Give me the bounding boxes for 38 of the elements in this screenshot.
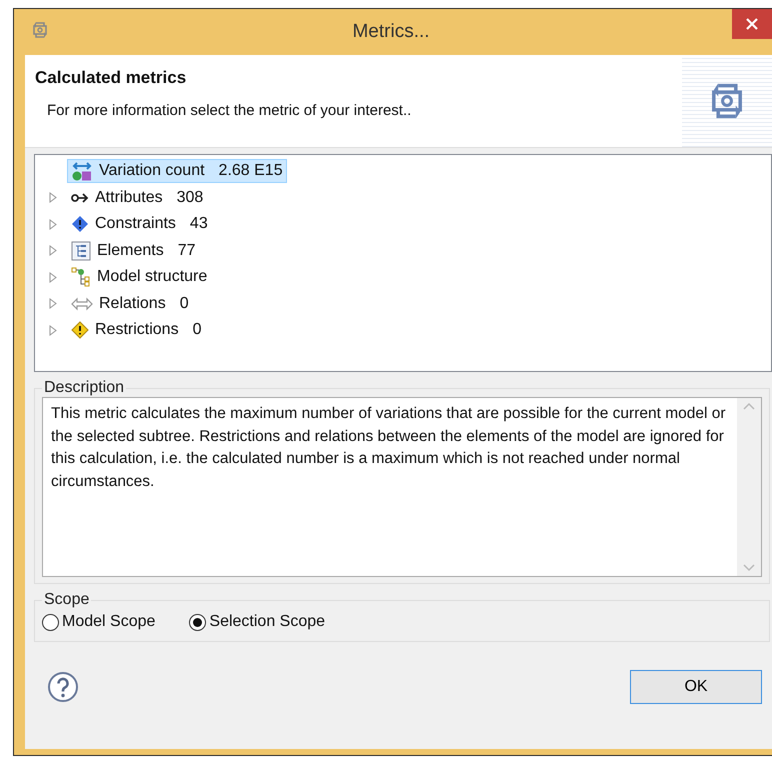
diamond-exclamation-icon [71,215,89,234]
tree-item[interactable]: Constraints 43 [67,213,212,236]
tree-item[interactable]: Restrictions 0 [67,319,206,342]
header-subtitle: For more information select the metric of your interest.. [47,102,412,119]
warning-icon [71,321,89,340]
ok-button[interactable]: OK [630,670,762,704]
attribute-icon [71,192,89,204]
window-title: Metrics... [351,21,431,43]
description-field[interactable]: This metric calculates the maximum number of variations that are possible for the current model or the selected subtree. Restrictions and relations between the elements of the model are ignored for this calculation, i.e. the calculated number is a maximum which is not reached under normal circumstances. [42,397,762,577]
radio-button[interactable] [189,614,206,630]
tree-item[interactable]: Model structure [67,265,212,290]
radio-button[interactable] [42,614,59,630]
expand-icon[interactable] [49,298,57,310]
hierarchy-icon [71,267,91,288]
help-icon[interactable] [47,671,79,703]
close-button[interactable] [732,9,772,39]
scrollbar[interactable] [737,398,761,576]
scroll-up-icon [743,402,755,410]
scope-radio[interactable]: Selection Scope [189,613,326,631]
expand-icon[interactable] [49,218,57,230]
tree-list-icon [71,240,91,261]
tree-item[interactable]: Relations 0 [67,292,193,315]
expand-icon[interactable] [49,245,57,256]
expand-icon[interactable] [49,324,57,336]
expand-icon[interactable] [49,272,57,283]
scope-radio[interactable]: Model Scope [42,613,156,631]
scroll-down-icon [743,564,755,572]
tree-item[interactable]: Attributes 308 [67,186,208,209]
expand-icon[interactable] [49,192,57,204]
close-icon [746,18,758,30]
app-icon [30,20,50,40]
double-arrow-icon [71,296,93,311]
group-title: Description [43,379,126,397]
tree-item[interactable]: Variation count 2.68 E15 [67,159,287,184]
header-title: Calculated metrics [35,68,188,88]
tree-item[interactable]: Elements 77 [67,238,200,263]
variation-icon [71,161,93,182]
group-title: Scope [43,591,90,609]
